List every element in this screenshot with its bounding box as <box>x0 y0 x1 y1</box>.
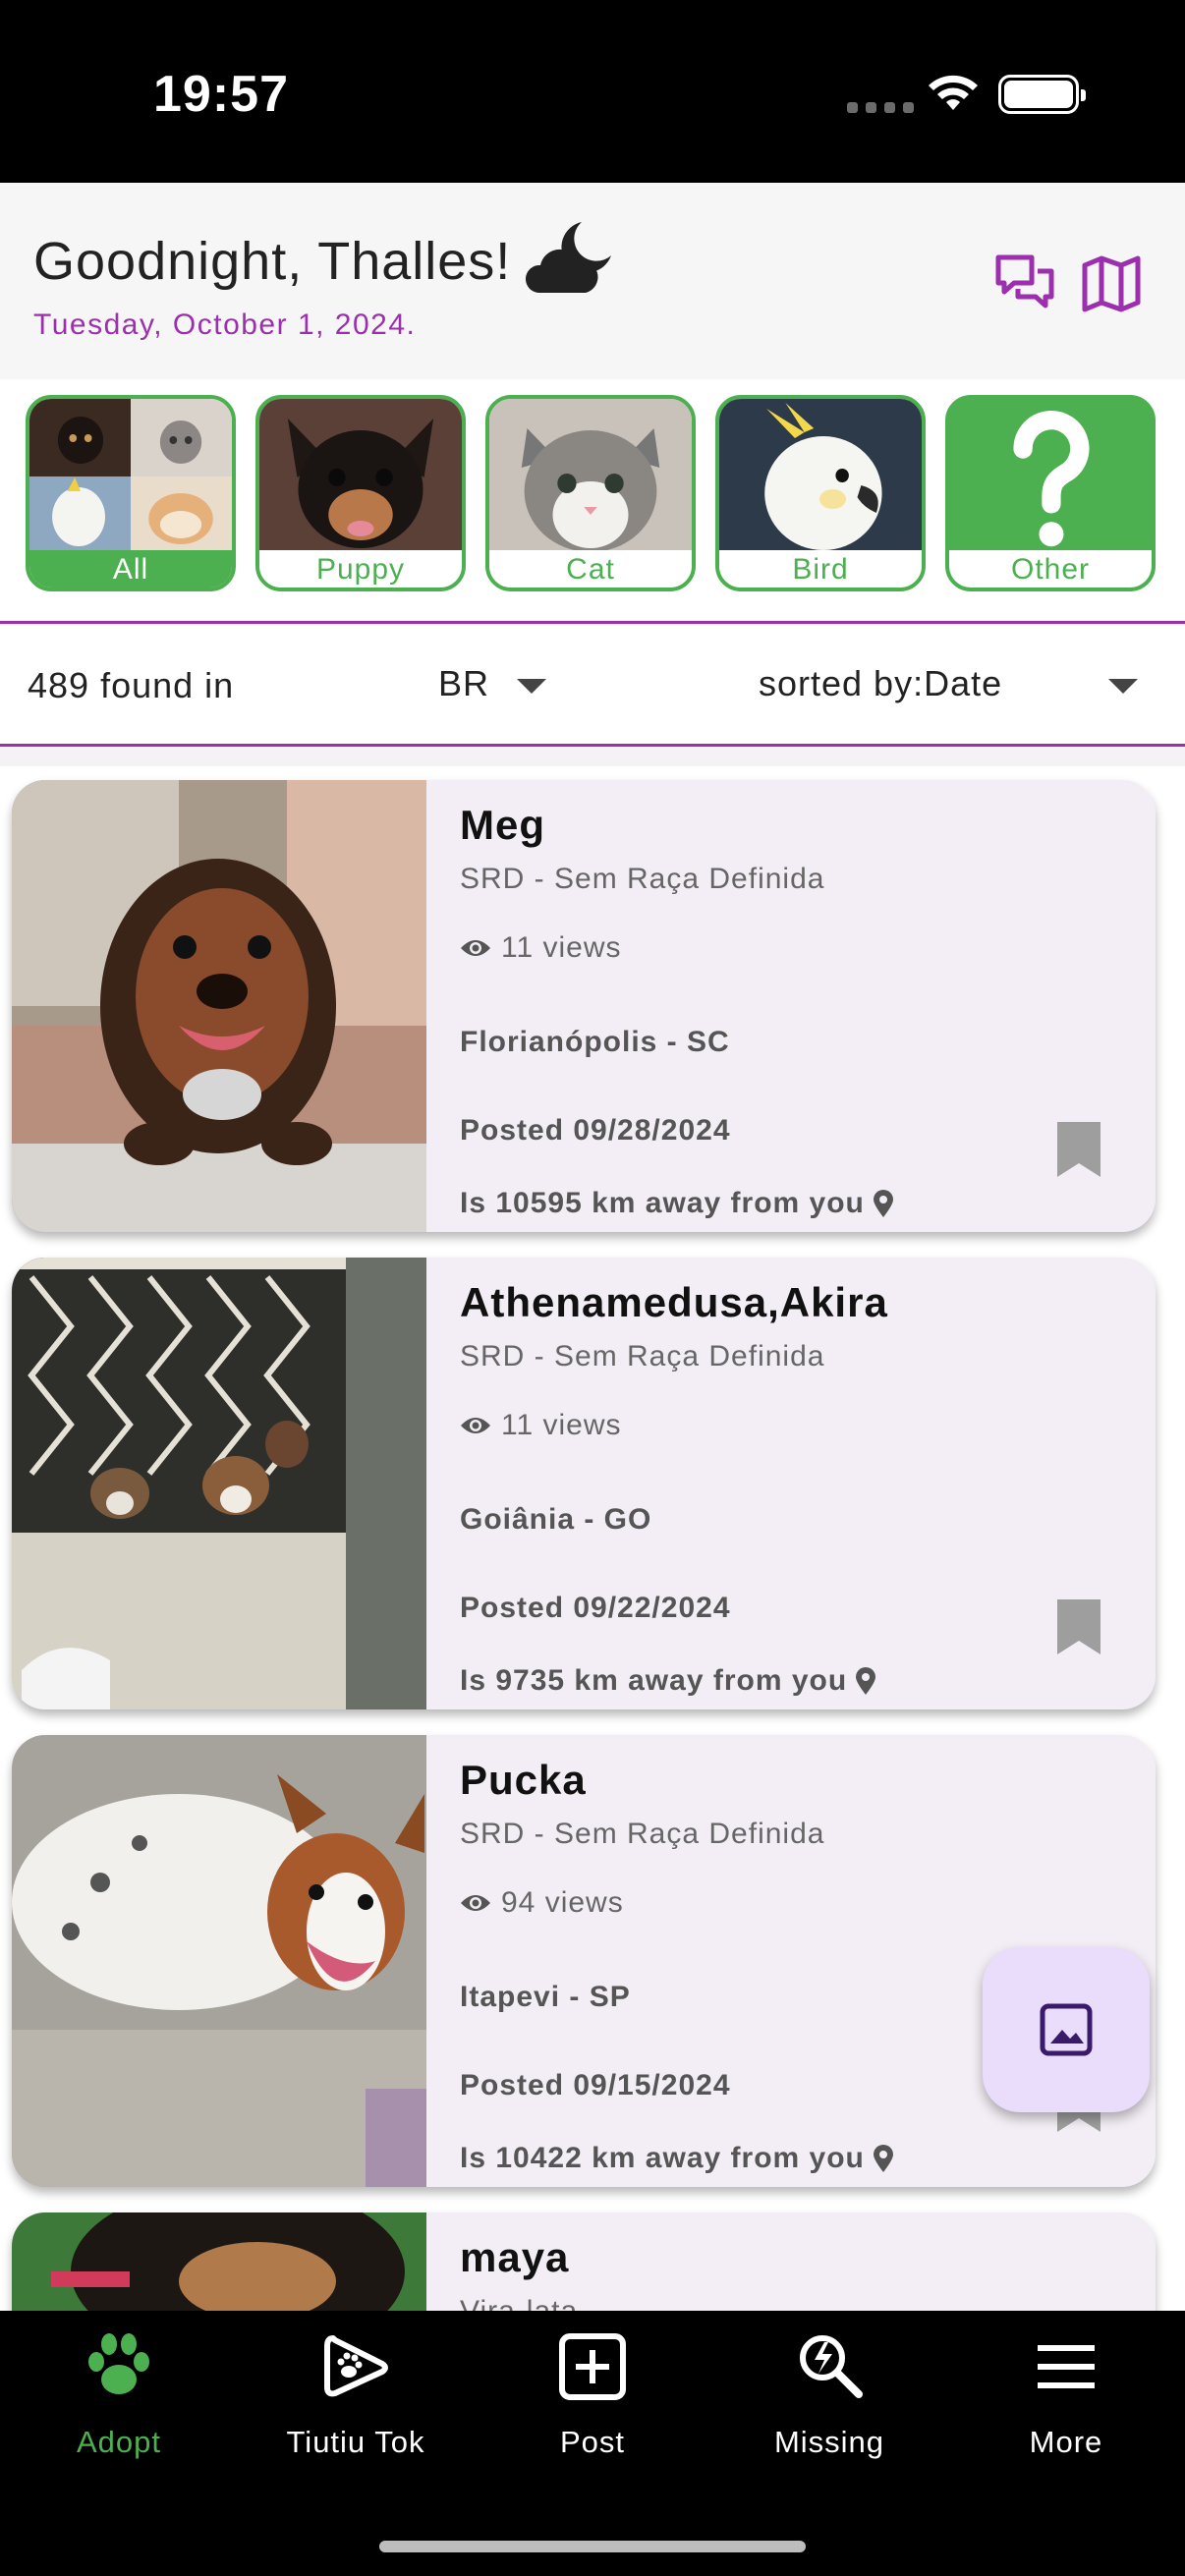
filter-bar: 489 found in BR sorted by:Date <box>0 621 1185 747</box>
category-puppy-image <box>259 399 462 554</box>
bottom-navigation: Adopt Tiutiu Tok Post Missing More <box>0 2311 1185 2576</box>
pet-breed: SRD - Sem Raça Definida <box>460 1340 825 1372</box>
category-cat-image <box>489 399 692 554</box>
posted-date: Posted 09/28/2024 <box>460 1114 731 1147</box>
search-bolt-icon <box>800 2335 863 2398</box>
location-pin-icon <box>873 2145 893 2172</box>
distance: Is 10422 km away from you <box>460 2142 894 2175</box>
distance-text: Is 9735 km away from you <box>460 1664 848 1697</box>
category-label: Bird <box>719 550 922 588</box>
listing-card[interactable]: Pucka SRD - Sem Raça Definida 94 views I… <box>12 1735 1156 2187</box>
location-pin-icon <box>856 1667 876 1695</box>
pet-name: Athenamedusa,Akira <box>460 1279 888 1325</box>
sort-dropdown[interactable]: sorted by:Date <box>759 663 1002 704</box>
category-label: Cat <box>489 550 692 588</box>
nav-label: Adopt <box>76 2425 161 2459</box>
category-label: All <box>29 550 232 588</box>
views-count: 11 views <box>460 931 622 965</box>
current-date: Tuesday, October 1, 2024. <box>33 308 417 341</box>
nav-adopt[interactable]: Adopt <box>1 2311 237 2507</box>
distance: Is 10595 km away from you <box>460 1187 894 1220</box>
posted-date: Posted 09/15/2024 <box>460 2069 731 2101</box>
bookmark-icon[interactable] <box>1053 1120 1104 1179</box>
cellular-signal-icon <box>847 102 914 113</box>
map-icon[interactable] <box>1079 252 1144 316</box>
category-puppy[interactable]: Puppy <box>255 395 466 591</box>
plus-square-icon <box>559 2333 626 2400</box>
pet-location: Itapevi - SP <box>460 1981 631 2013</box>
pet-name: Pucka <box>460 1757 587 1803</box>
listing-card[interactable]: Athenamedusa,Akira SRD - Sem Raça Defini… <box>12 1258 1156 1709</box>
nav-label: More <box>1029 2425 1103 2459</box>
play-paw-icon <box>324 2335 388 2397</box>
category-strip: All Puppy Cat Bird Other <box>0 379 1185 621</box>
pet-photo <box>12 1258 426 1709</box>
country-chevron-down-icon[interactable] <box>517 679 546 694</box>
listing-info: Meg SRD - Sem Raça Definida 11 views Flo… <box>460 780 1156 1232</box>
pet-photo <box>12 780 426 1232</box>
pet-breed: SRD - Sem Raça Definida <box>460 1818 825 1850</box>
eye-icon <box>461 940 490 956</box>
category-other[interactable]: Other <box>945 395 1156 591</box>
views-text: 11 views <box>501 1409 622 1441</box>
moon-cloud-icon <box>526 222 612 293</box>
pet-name: maya <box>460 2234 570 2280</box>
category-all[interactable]: All <box>26 395 236 591</box>
views-text: 11 views <box>501 931 622 964</box>
nav-label: Post <box>559 2425 626 2459</box>
paw-icon <box>88 2333 149 2394</box>
battery-icon <box>998 75 1086 114</box>
views-count: 11 views <box>460 1409 622 1442</box>
status-bar: 19:57 <box>0 0 1185 183</box>
eye-icon <box>461 1895 490 1911</box>
pet-breed: SRD - Sem Raça Definida <box>460 863 825 895</box>
header: Goodnight, Thalles! Tuesday, October 1, … <box>0 183 1185 379</box>
gallery-fab-button[interactable] <box>983 1947 1150 2112</box>
greeting-text: Goodnight, Thalles! <box>33 232 512 291</box>
image-icon <box>1040 2003 1093 2056</box>
nav-label: Missing <box>773 2425 885 2459</box>
category-bird-image <box>719 399 922 554</box>
menu-icon <box>1038 2345 1095 2388</box>
nav-post[interactable]: Post <box>475 2311 710 2507</box>
eye-icon <box>461 1418 490 1433</box>
pet-photo <box>12 1735 426 2187</box>
category-label: Puppy <box>259 550 462 588</box>
listing-info: Athenamedusa,Akira SRD - Sem Raça Defini… <box>460 1258 1156 1709</box>
greeting: Goodnight, Thalles! <box>33 222 615 295</box>
category-cat[interactable]: Cat <box>485 395 696 591</box>
nav-more[interactable]: More <box>948 2311 1184 2507</box>
home-indicator[interactable] <box>379 2541 806 2552</box>
sort-chevron-down-icon[interactable] <box>1108 679 1138 694</box>
results-count: 489 found in <box>28 665 235 705</box>
pet-name: Meg <box>460 802 545 848</box>
distance: Is 9735 km away from you <box>460 1664 876 1698</box>
question-mark-icon <box>1013 411 1090 547</box>
nav-tiutiu-tok[interactable]: Tiutiu Tok <box>238 2311 474 2507</box>
status-time: 19:57 <box>153 66 289 123</box>
nav-missing[interactable]: Missing <box>711 2311 947 2507</box>
distance-text: Is 10595 km away from you <box>460 1187 865 1219</box>
country-dropdown[interactable]: BR <box>438 663 489 704</box>
chat-bubbles-icon[interactable] <box>992 252 1057 316</box>
distance-text: Is 10422 km away from you <box>460 2142 865 2174</box>
views-count: 94 views <box>460 1886 624 1920</box>
views-text: 94 views <box>501 1886 624 1919</box>
location-pin-icon <box>873 1190 893 1217</box>
pet-location: Goiânia - GO <box>460 1503 652 1536</box>
posted-date: Posted 09/22/2024 <box>460 1592 731 1624</box>
listing-card[interactable]: Meg SRD - Sem Raça Definida 11 views Flo… <box>12 780 1156 1232</box>
category-all-image <box>29 399 232 554</box>
pet-location: Florianópolis - SC <box>460 1026 730 1058</box>
nav-label: Tiutiu Tok <box>286 2425 425 2459</box>
bookmark-icon[interactable] <box>1053 1597 1104 1656</box>
wifi-icon <box>929 75 978 110</box>
category-label: Other <box>949 550 1152 588</box>
category-bird[interactable]: Bird <box>715 395 926 591</box>
